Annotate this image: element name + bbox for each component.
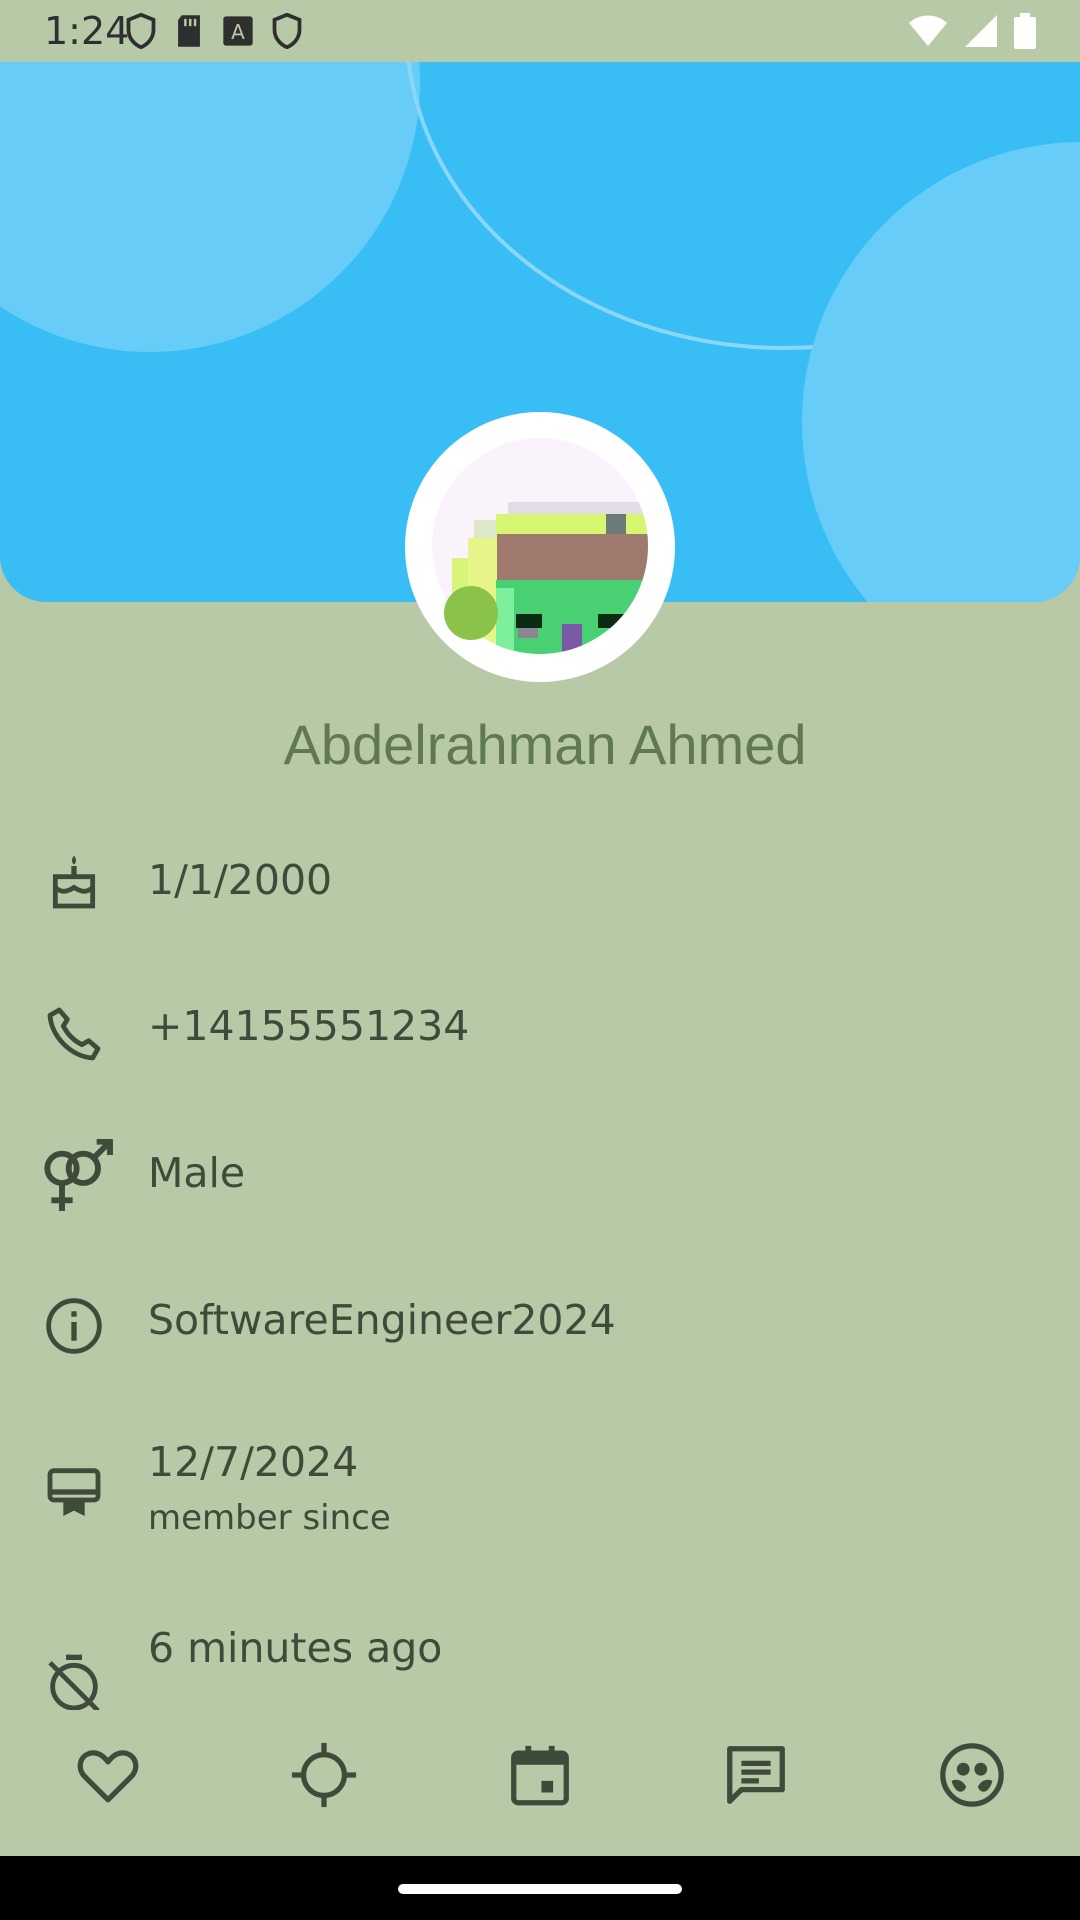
last-seen-value: 6 minutes ago — [148, 1624, 443, 1672]
face-icon[interactable] — [937, 1740, 1007, 1810]
phone-value: +14155551234 — [148, 1002, 470, 1050]
decorative-bubble — [0, 62, 420, 352]
sd-card-icon — [178, 15, 200, 47]
cell-signal-icon — [965, 15, 997, 47]
member-since-row: 12/7/2024 member since — [0, 1420, 1080, 1550]
card-membership-icon — [47, 1468, 101, 1516]
member-since-caption: member since — [148, 1498, 391, 1538]
phone-row[interactable]: +14155551234 — [0, 978, 1080, 1078]
gender-icon — [44, 1139, 113, 1211]
svg-text:A: A — [231, 20, 245, 44]
keyboard-a-icon: A — [223, 16, 253, 46]
shield-icon — [272, 13, 302, 49]
home-gesture-handle[interactable] — [398, 1884, 682, 1894]
birthday-value: 1/1/2000 — [148, 856, 333, 904]
about-value: SoftwareEngineer2024 — [148, 1296, 616, 1344]
wifi-icon — [909, 15, 947, 46]
calendar-icon[interactable] — [505, 1740, 575, 1810]
member-since-date: 12/7/2024 — [148, 1438, 359, 1486]
gender-value: Male — [148, 1149, 246, 1197]
status-bar: 1:24 A — [0, 0, 1080, 62]
phone-icon — [47, 1007, 101, 1061]
cake-icon — [52, 855, 96, 909]
online-status-indicator — [444, 586, 498, 640]
battery-icon — [1014, 13, 1036, 49]
info-icon — [46, 1298, 102, 1354]
chat-icon[interactable] — [721, 1740, 791, 1810]
birthday-row: 1/1/2000 — [0, 832, 1080, 932]
profile-name: Abdelrahman Ahmed — [283, 713, 807, 776]
timer-off-icon — [48, 1654, 100, 1713]
crosshair-icon[interactable] — [289, 1740, 359, 1810]
heart-icon[interactable] — [73, 1740, 143, 1810]
about-row: SoftwareEngineer2024 — [0, 1272, 1080, 1372]
shield-icon — [126, 13, 156, 49]
gender-row: Male — [0, 1125, 1080, 1225]
status-time: 1:24 — [44, 9, 130, 53]
last-seen-row: 6 minutes ago — [0, 1610, 1080, 1713]
